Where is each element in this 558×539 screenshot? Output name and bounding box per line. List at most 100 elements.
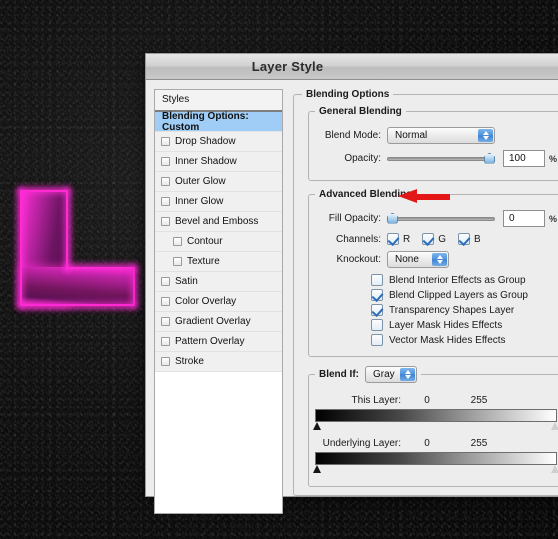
styles-list-item[interactable]: Color Overlay (155, 292, 282, 312)
styles-list-item-label: Inner Shadow (175, 156, 237, 167)
channels-label: Channels: (335, 233, 381, 245)
style-enable-checkbox[interactable] (161, 297, 170, 306)
styles-list-item[interactable]: Satin (155, 272, 282, 292)
channels-checkbox-group[interactable]: RGB (387, 233, 493, 245)
blend-if-channel-select[interactable]: Gray (365, 366, 417, 383)
channel-label: R (403, 233, 411, 245)
underlying-layer-min: 0 (424, 438, 430, 449)
fill-opacity-slider[interactable] (387, 212, 495, 226)
styles-list-item-label: Pattern Overlay (175, 336, 245, 347)
style-enable-checkbox[interactable] (161, 197, 170, 206)
style-enable-checkbox[interactable] (161, 357, 170, 366)
styles-list-item[interactable]: Pattern Overlay (155, 332, 282, 352)
opacity-slider[interactable] (387, 152, 495, 166)
styles-list-item[interactable]: Gradient Overlay (155, 312, 282, 332)
style-enable-checkbox[interactable] (161, 217, 170, 226)
styles-list-item-label: Blending Options: Custom (162, 110, 249, 133)
arrow-shaft (416, 194, 450, 200)
letter-l-edge-left (20, 190, 22, 306)
advanced-option-checkbox[interactable] (371, 274, 383, 286)
channel-checkbox[interactable] (458, 233, 471, 245)
underlying-layer-stops[interactable] (313, 465, 558, 476)
dialog-title: Layer Style (251, 59, 324, 74)
opacity-slider-thumb[interactable] (484, 152, 495, 164)
style-enable-checkbox[interactable] (173, 237, 182, 246)
fill-opacity-value-field[interactable]: 0 (503, 210, 545, 227)
styles-list-item[interactable]: Inner Glow (155, 192, 282, 212)
styles-list-item-label: Contour (187, 236, 223, 247)
blending-options-group: Blending Options General Blending Blend … (293, 89, 558, 496)
stepper-arrows-icon[interactable] (432, 253, 447, 266)
style-enable-checkbox[interactable] (161, 157, 170, 166)
advanced-option-row[interactable]: Transparency Shapes Layer (371, 304, 557, 316)
advanced-option-checkbox[interactable] (371, 304, 383, 316)
this-layer-label: This Layer: (351, 395, 401, 406)
opacity-unit: % (549, 153, 558, 164)
stepper-arrows-icon[interactable] (478, 129, 493, 142)
styles-list-item-label: Bevel and Emboss (175, 216, 259, 227)
advanced-option-label: Transparency Shapes Layer (389, 304, 515, 316)
style-enable-checkbox[interactable] (161, 277, 170, 286)
opacity-value: 100 (509, 153, 526, 164)
letter-l-edge-top (20, 190, 68, 192)
advanced-option-checkbox[interactable] (371, 289, 383, 301)
underlying-layer-ramp[interactable] (315, 452, 558, 465)
fill-opacity-row: Fill Opacity: 0 % (315, 210, 557, 227)
blend-mode-select[interactable]: Normal (387, 127, 495, 144)
styles-list-items[interactable]: Blending Options: Custom Drop Shadow Inner… (155, 110, 282, 372)
underlying-layer-black-stop[interactable] (313, 465, 321, 473)
advanced-option-checkbox[interactable] (371, 334, 383, 346)
advanced-option-row[interactable]: Vector Mask Hides Effects (371, 334, 557, 346)
styles-list-item[interactable]: Blending Options: Custom (155, 110, 282, 133)
styles-list-item[interactable]: Contour (155, 232, 282, 252)
stepper-arrows-icon[interactable] (400, 368, 415, 381)
this-layer-max: 255 (470, 395, 488, 406)
fill-opacity-slider-thumb[interactable] (387, 212, 398, 224)
channel-checkbox[interactable] (387, 233, 399, 245)
advanced-option-row[interactable]: Blend Interior Effects as Group (371, 274, 557, 286)
this-layer-ramp[interactable] (315, 409, 558, 422)
blend-mode-row: Blend Mode: Normal (315, 127, 557, 144)
underlying-layer-max: 255 (470, 438, 488, 449)
style-enable-checkbox[interactable] (161, 337, 170, 346)
styles-list-item[interactable]: Stroke (155, 352, 282, 372)
blend-if-channel-value: Gray (373, 369, 395, 380)
styles-list-item-label: Texture (187, 256, 220, 267)
styles-list-item[interactable]: Bevel and Emboss (155, 212, 282, 232)
styles-list-item-label: Gradient Overlay (175, 316, 251, 327)
letter-l-edge-right (133, 267, 135, 306)
dialog-title-bar[interactable]: Layer Style (146, 54, 558, 80)
knockout-label: Knockout: (336, 254, 381, 265)
blending-options-pane: Blending Options General Blending Blend … (283, 89, 558, 514)
this-layer-stops[interactable] (313, 422, 558, 433)
styles-list-header: Styles (155, 90, 282, 112)
style-enable-checkbox[interactable] (161, 137, 170, 146)
styles-list-item[interactable]: Inner Shadow (155, 152, 282, 172)
this-layer-black-stop[interactable] (313, 422, 321, 430)
knockout-select[interactable]: None (387, 251, 449, 268)
channels-row: Channels: R G B (315, 233, 557, 245)
letter-l-edge-step (66, 267, 135, 269)
underlying-layer-row: Underlying Layer: 0 255 (315, 438, 557, 449)
channel-checkbox[interactable] (422, 233, 435, 245)
advanced-option-checkbox[interactable] (371, 319, 383, 331)
knockout-value: None (395, 254, 419, 265)
general-blending-legend: General Blending (319, 106, 402, 117)
this-layer-white-stop[interactable] (551, 422, 558, 430)
advanced-option-label: Blend Clipped Layers as Group (389, 289, 528, 301)
styles-list-item[interactable]: Outer Glow (155, 172, 282, 192)
fill-opacity-unit: % (549, 213, 558, 224)
opacity-value-field[interactable]: 100 (503, 150, 545, 167)
advanced-options-list[interactable]: Blend Interior Effects as Group Blend Cli… (315, 274, 557, 346)
style-enable-checkbox[interactable] (161, 317, 170, 326)
advanced-option-row[interactable]: Blend Clipped Layers as Group (371, 289, 557, 301)
style-enable-checkbox[interactable] (161, 177, 170, 186)
styles-list-item[interactable]: Texture (155, 252, 282, 272)
advanced-option-row[interactable]: Layer Mask Hides Effects (371, 319, 557, 331)
styles-list-panel[interactable]: Styles Blending Options: Custom Drop Shad… (154, 89, 283, 514)
styles-list-item[interactable]: Drop Shadow (155, 132, 282, 152)
letter-l-edge-vertical-right (66, 190, 68, 270)
opacity-slider-track (387, 156, 495, 161)
underlying-layer-white-stop[interactable] (551, 465, 558, 473)
style-enable-checkbox[interactable] (173, 257, 182, 266)
